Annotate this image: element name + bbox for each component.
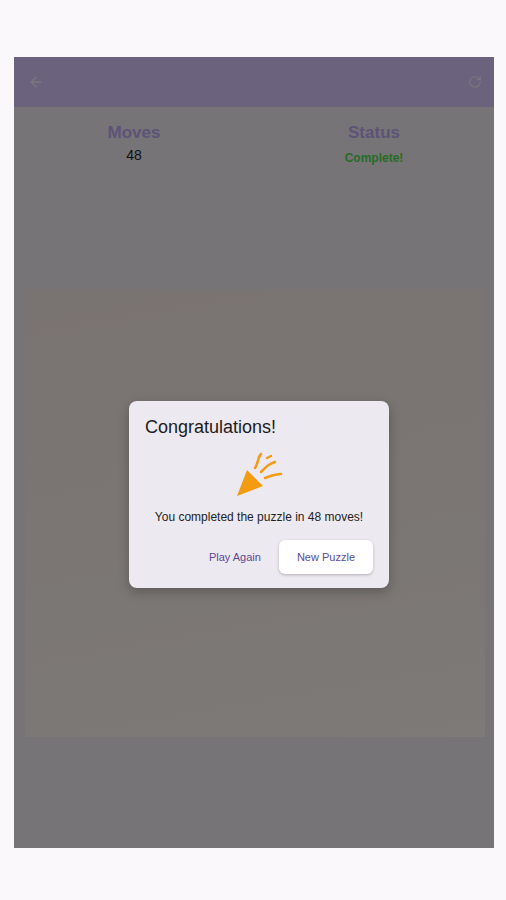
- congratulations-dialog: Congratulations! You completed the puzzle…: [129, 401, 389, 588]
- party-popper-icon: [231, 452, 287, 498]
- dialog-message: You completed the puzzle in 48 moves!: [145, 510, 373, 524]
- dialog-title: Congratulations!: [145, 417, 373, 438]
- app-window: Moves48StatusComplete!Congratulations!Yo…: [14, 57, 494, 848]
- dialog-actions: Play AgainNew Puzzle: [145, 540, 373, 574]
- icon-row: [145, 452, 373, 498]
- dialog-button[interactable]: Play Again: [199, 540, 271, 574]
- screen: Moves48StatusComplete!Congratulations!Yo…: [0, 0, 506, 900]
- dialog-button[interactable]: New Puzzle: [279, 540, 373, 574]
